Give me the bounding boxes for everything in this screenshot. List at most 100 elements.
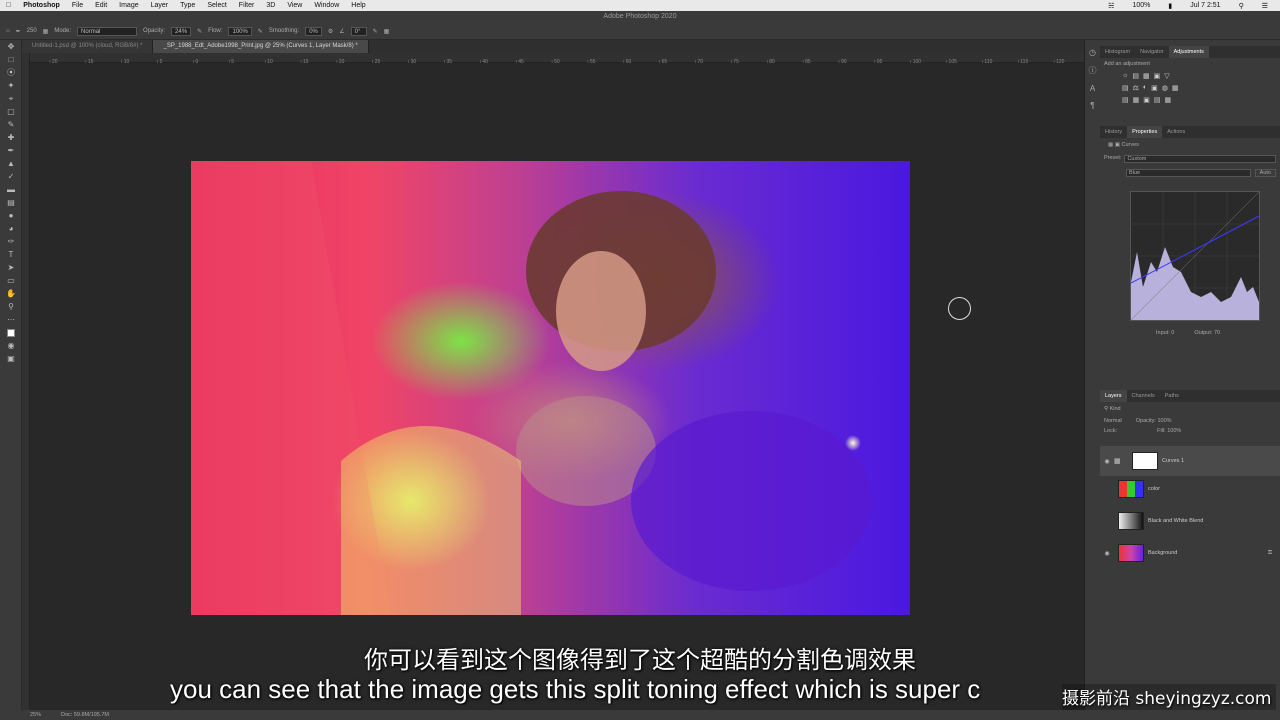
lasso-tool-icon[interactable]: ⦿ (0, 66, 22, 79)
levels-icon[interactable]: ▤ (1132, 72, 1139, 80)
blur-tool-icon[interactable]: ● (0, 209, 22, 222)
exposure-icon[interactable]: ▣ (1154, 72, 1161, 80)
layer-curves-1[interactable]: ◉ ▦ Curves 1 (1100, 446, 1280, 476)
menu-image[interactable]: Image (113, 2, 144, 9)
input-value[interactable]: 0 (1171, 330, 1174, 336)
layer-thumbnail[interactable] (1118, 480, 1144, 498)
marquee-tool-icon[interactable]: □ (0, 53, 22, 66)
airbrush-icon[interactable]: ✎ (258, 28, 263, 35)
home-icon[interactable]: ⌂ (6, 28, 10, 34)
menu-edit[interactable]: Edit (89, 2, 113, 9)
menu-3d[interactable]: 3D (260, 2, 281, 9)
opacity-field[interactable]: 24% (171, 26, 192, 36)
eyedropper-tool-icon[interactable]: ✎ (0, 118, 22, 131)
apple-icon[interactable]:  (0, 2, 17, 9)
battery-icon[interactable]: ▮ (1162, 2, 1178, 10)
pressure-opacity-icon[interactable]: ✎ (197, 28, 202, 35)
paragraph-panel-icon[interactable]: ¶ (1090, 101, 1094, 110)
menu-help[interactable]: Help (345, 2, 371, 9)
layer-color[interactable]: color (1100, 474, 1280, 504)
quick-mask-icon[interactable]: ◉ (0, 339, 22, 352)
hand-tool-icon[interactable]: ✋ (0, 287, 22, 300)
mode-select[interactable]: Normal (77, 26, 138, 36)
hue-sat-icon[interactable]: ▤ (1122, 84, 1129, 92)
symmetry-icon[interactable]: ▦ (384, 28, 390, 35)
bw-icon[interactable]: ◐ (1143, 84, 1147, 92)
clone-stamp-tool-icon[interactable]: ▲ (0, 157, 22, 170)
brightness-icon[interactable]: ☼ (1122, 72, 1128, 80)
brush-size[interactable]: 250 (27, 28, 37, 34)
layer-mask-thumbnail[interactable] (1132, 452, 1158, 470)
history-panel-icon[interactable]: ◷ (1089, 48, 1096, 57)
search-icon[interactable]: ⚲ (1233, 2, 1250, 10)
color-swatches-icon[interactable] (0, 326, 22, 339)
tab-adjustments[interactable]: Adjustments (1168, 46, 1209, 58)
shape-tool-icon[interactable]: ▭ (0, 274, 22, 287)
healing-tool-icon[interactable]: ✚ (0, 131, 22, 144)
tab-layers[interactable]: Layers (1100, 390, 1127, 402)
flow-field[interactable]: 100% (228, 26, 252, 36)
channel-mixer-icon[interactable]: ◍ (1162, 84, 1168, 92)
menu-photoshop[interactable]: Photoshop (17, 2, 66, 9)
preset-select[interactable]: Custom (1124, 155, 1276, 163)
tab-history[interactable]: History (1100, 126, 1127, 138)
layer-name[interactable]: Background (1148, 550, 1177, 556)
zoom-level[interactable]: 25% (30, 712, 41, 718)
vibrance-icon[interactable]: ▽ (1164, 72, 1169, 80)
kind-filter[interactable]: Kind (1110, 406, 1121, 412)
clock[interactable]: Jul 7 2:51 (1184, 2, 1226, 9)
more-tools-icon[interactable]: ⋯ (0, 313, 22, 326)
document-image[interactable] (191, 161, 910, 615)
tab-untitled[interactable]: Untitled-1.psd @ 100% (cloud, RGB/8#) * (22, 40, 154, 53)
layer-thumbnail[interactable] (1118, 512, 1144, 530)
layer-background[interactable]: ◉ Background ⚿ (1100, 538, 1280, 568)
visibility-eye-icon[interactable]: ◉ (1100, 550, 1114, 557)
menu-select[interactable]: Select (201, 2, 232, 9)
info-panel-icon[interactable]: ⓘ (1089, 65, 1097, 76)
brush-tool-icon[interactable]: ✒ (16, 28, 21, 35)
tab-properties[interactable]: Properties (1127, 126, 1163, 138)
posterize-icon[interactable]: ▦ (1133, 96, 1140, 104)
character-panel-icon[interactable]: A (1090, 84, 1095, 93)
auto-button[interactable]: Auto (1254, 169, 1276, 177)
brush-tool-icon[interactable]: ✒ (0, 144, 22, 157)
blend-mode-select[interactable]: Normal (1104, 418, 1122, 424)
crop-tool-icon[interactable]: ⌖ (0, 92, 22, 105)
mask-icon[interactable]: ▣ (1115, 142, 1120, 148)
layer-name[interactable]: color (1148, 486, 1160, 492)
visibility-eye-icon[interactable]: ◉ (1100, 458, 1114, 465)
dodge-tool-icon[interactable]: ◕ (0, 222, 22, 235)
eraser-tool-icon[interactable]: ▬ (0, 183, 22, 196)
color-balance-icon[interactable]: ⚖ (1133, 84, 1139, 92)
menu-list-icon[interactable]: ☰ (1256, 2, 1274, 10)
tab-channels[interactable]: Channels (1127, 390, 1160, 402)
menu-filter[interactable]: Filter (233, 2, 261, 9)
gradient-map-icon[interactable]: ▤ (1154, 96, 1161, 104)
menu-type[interactable]: Type (174, 2, 201, 9)
zoom-tool-icon[interactable]: ⚲ (0, 300, 22, 313)
angle-field[interactable]: 0° (350, 26, 367, 36)
tab-histogram[interactable]: Histogram (1100, 46, 1135, 58)
layer-name[interactable]: Black and White Blend (1148, 518, 1203, 524)
doc-size[interactable]: Doc: 59.8M/195.7M (61, 712, 109, 718)
layer-thumbnail[interactable] (1118, 544, 1144, 562)
selective-color-icon[interactable]: ▦ (1165, 96, 1172, 104)
type-tool-icon[interactable]: T (0, 248, 22, 261)
wifi-icon[interactable]: ☵ (1102, 2, 1120, 10)
channel-select[interactable]: Blue (1126, 169, 1251, 177)
screen-mode-icon[interactable]: ▣ (0, 352, 22, 365)
menu-window[interactable]: Window (308, 2, 345, 9)
menu-view[interactable]: View (281, 2, 308, 9)
color-lookup-icon[interactable]: ▦ (1172, 84, 1179, 92)
invert-icon[interactable]: ▤ (1122, 96, 1129, 104)
frame-tool-icon[interactable]: ▢ (0, 105, 22, 118)
pressure-size-icon[interactable]: ✎ (373, 28, 378, 35)
tab-active-document[interactable]: _SP_1988_Edt_Adobe1998_Print.jpg @ 25% (… (153, 40, 369, 53)
gear-icon[interactable]: ⚙ (328, 28, 333, 35)
pen-tool-icon[interactable]: ✑ (0, 235, 22, 248)
smoothing-field[interactable]: 0% (305, 26, 322, 36)
history-brush-tool-icon[interactable]: ✓ (0, 170, 22, 183)
tab-navigator[interactable]: Navigator (1135, 46, 1169, 58)
curves-icon[interactable]: ▦ (1143, 72, 1150, 80)
layer-black-white-blend[interactable]: Black and White Blend (1100, 506, 1280, 536)
